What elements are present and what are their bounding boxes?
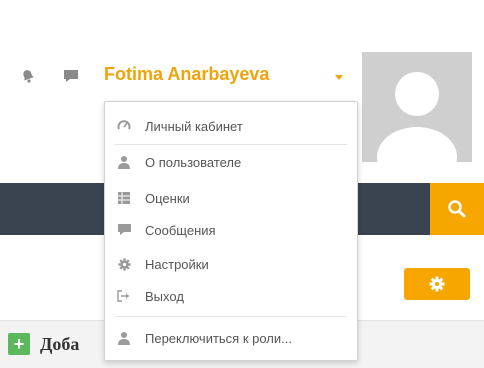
menu-item-profile[interactable]: О пользователе [105, 150, 357, 174]
user-dropdown-menu: Личный кабинет О пользователе Оценки Соо… [104, 101, 358, 361]
menu-item-grades[interactable]: Оценки [105, 186, 357, 210]
menu-item-label: Оценки [145, 190, 190, 206]
menu-item-label: Переключиться к роли... [145, 330, 292, 346]
logout-icon [117, 289, 131, 303]
chat-icon[interactable] [60, 66, 82, 86]
user-icon [117, 331, 131, 345]
bell-icon[interactable] [18, 66, 38, 86]
menu-item-dashboard[interactable]: Личный кабинет [105, 114, 357, 138]
menu-item-label: Выход [145, 288, 184, 304]
add-block-label[interactable]: Доба [40, 334, 79, 355]
gear-icon [429, 276, 445, 292]
user-menu-toggle[interactable]: Fotima Anarbayeva [104, 64, 269, 85]
menu-item-label: Настройки [145, 256, 209, 272]
grades-icon [117, 191, 131, 205]
avatar[interactable] [362, 52, 472, 162]
menu-item-settings[interactable]: Настройки [105, 252, 357, 276]
caret-down-icon[interactable] [335, 75, 343, 80]
menu-item-label: О пользователе [145, 154, 242, 170]
menu-divider [115, 316, 347, 317]
menu-item-switch-role[interactable]: Переключиться к роли... [105, 326, 357, 350]
menu-item-label: Сообщения [145, 222, 216, 238]
dashboard-icon [117, 119, 131, 133]
user-icon [117, 155, 131, 169]
gear-icon [117, 257, 131, 271]
search-button[interactable] [430, 183, 484, 235]
menu-item-label: Личный кабинет [145, 118, 243, 134]
menu-item-messages[interactable]: Сообщения [105, 218, 357, 242]
block-settings-button[interactable] [404, 268, 470, 300]
menu-item-logout[interactable]: Выход [105, 284, 357, 308]
menu-divider [115, 144, 347, 145]
chat-icon [117, 223, 131, 237]
plus-icon[interactable]: + [8, 333, 30, 355]
search-icon [448, 200, 466, 218]
